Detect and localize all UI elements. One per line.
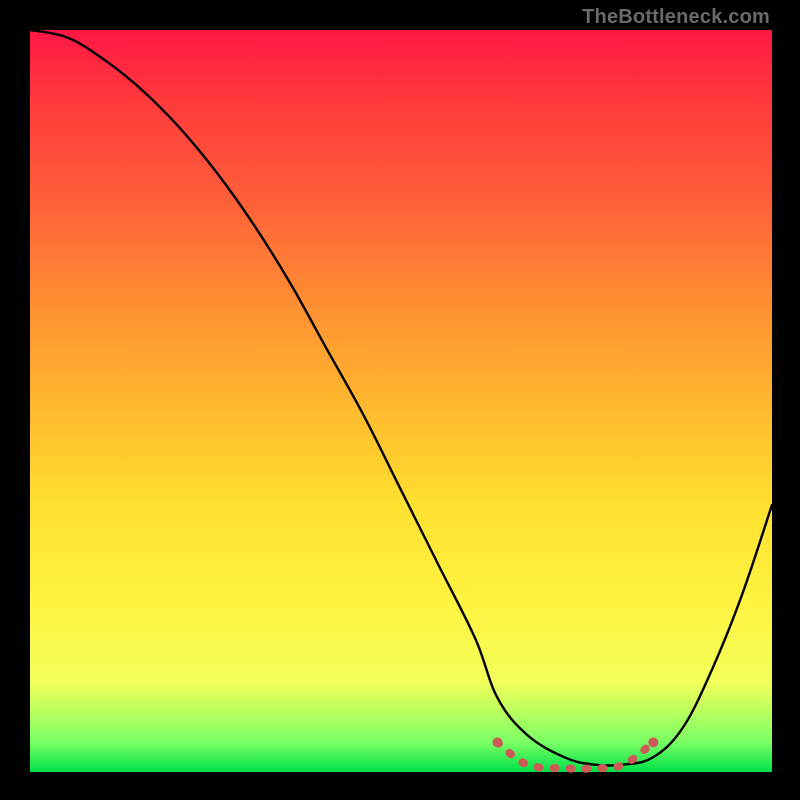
bottleneck-curve — [30, 30, 772, 766]
optimal-end-dot-right — [648, 737, 658, 747]
optimal-end-dot-left — [492, 737, 502, 747]
plot-area — [30, 30, 772, 772]
chart-frame: TheBottleneck.com — [0, 0, 800, 800]
chart-svg — [30, 30, 772, 772]
watermark-text: TheBottleneck.com — [582, 6, 770, 29]
